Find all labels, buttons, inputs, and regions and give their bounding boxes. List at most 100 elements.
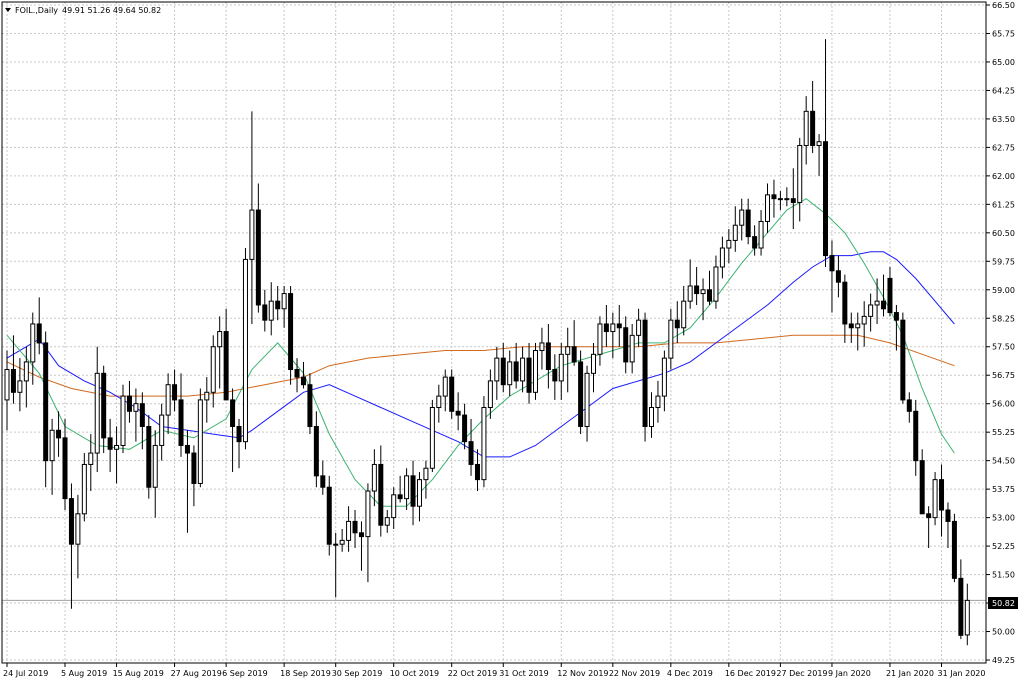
candle xyxy=(629,323,635,374)
candle xyxy=(146,415,152,499)
price-tick-label: 64.25 xyxy=(992,86,1015,95)
price-axis[interactable]: 66.50 65.75 65.00 64.25 63.50 62.75 62.00 61.25… xyxy=(986,1,1015,665)
candle-body xyxy=(539,342,545,352)
candle xyxy=(597,316,603,366)
candle xyxy=(732,206,738,252)
candle xyxy=(816,134,822,176)
candle xyxy=(842,274,848,343)
candle xyxy=(320,460,326,495)
candle-body xyxy=(30,323,36,363)
price-tick-label: 61.25 xyxy=(992,200,1015,209)
candle xyxy=(707,270,713,305)
candle xyxy=(739,198,745,241)
candle xyxy=(178,373,184,457)
candle xyxy=(745,198,751,245)
candle xyxy=(687,259,693,309)
price-tick-label: 55.25 xyxy=(992,428,1015,437)
candle xyxy=(939,464,945,537)
candle xyxy=(571,320,577,366)
candle xyxy=(384,510,390,533)
candle-body xyxy=(333,543,339,546)
candle-body xyxy=(629,334,635,363)
date-tick-label: 31 Oct 2019 xyxy=(499,669,548,678)
price-tick-label: 65.75 xyxy=(992,29,1015,38)
date-tick-label: 30 Sep 2019 xyxy=(332,669,383,678)
header-label: FOIL.,Daily 49.91 51.26 49.64 50.82 xyxy=(5,6,161,15)
candle-body xyxy=(262,304,268,321)
candle-body xyxy=(300,376,306,386)
price-tick-label: 56.00 xyxy=(992,400,1015,409)
candle-body xyxy=(313,425,319,477)
candle xyxy=(494,346,500,400)
candle-body xyxy=(165,384,171,416)
candle xyxy=(275,285,281,321)
candle xyxy=(906,392,912,423)
candle-body xyxy=(139,403,145,427)
current-price-tag: 50.82 xyxy=(988,597,1018,609)
candle xyxy=(307,373,313,435)
candle-body xyxy=(268,300,274,321)
candle xyxy=(75,494,81,579)
candle xyxy=(913,399,919,476)
candle-body xyxy=(230,399,236,427)
candle-body xyxy=(339,539,345,545)
candle-body xyxy=(326,486,332,545)
candle-body xyxy=(951,520,957,579)
price-tick-label: 59.00 xyxy=(992,286,1015,295)
candle-body xyxy=(275,300,281,310)
candle-body xyxy=(752,236,758,249)
date-tick-label: 27 Aug 2019 xyxy=(171,669,222,678)
candle-body xyxy=(404,475,410,500)
time-axis[interactable]: 24 Jul 2019 5 Aug 2019 15 Aug 2019 27 Aug 2… xyxy=(3,663,985,678)
price-tick-label: 53.75 xyxy=(992,485,1015,494)
candle xyxy=(926,506,932,548)
candle xyxy=(126,380,132,423)
candle-body xyxy=(481,406,487,481)
plot-border xyxy=(1,1,987,664)
candle-body xyxy=(62,437,68,500)
candle-body xyxy=(94,372,100,454)
candle-body xyxy=(88,452,94,465)
candle xyxy=(236,418,242,469)
price-tick-label: 56.75 xyxy=(992,371,1015,380)
candle-body xyxy=(829,255,835,272)
candle-body xyxy=(10,369,16,393)
price-tick-label: 51.50 xyxy=(992,571,1015,580)
candle xyxy=(455,392,461,431)
price-tick-label: 63.50 xyxy=(992,115,1015,124)
candle xyxy=(810,80,816,154)
candle xyxy=(771,179,777,218)
candle-body xyxy=(649,406,654,427)
candle xyxy=(474,449,480,492)
triangle-down-icon[interactable] xyxy=(5,8,11,12)
candle-body xyxy=(507,361,513,386)
candle xyxy=(313,411,319,488)
candle-body xyxy=(500,357,506,386)
candle-body xyxy=(68,498,74,545)
candle xyxy=(900,312,906,404)
date-tick-label: 6 Sep 2019 xyxy=(222,669,268,678)
chart-frame xyxy=(1,1,987,664)
candle xyxy=(43,331,49,488)
candle xyxy=(81,453,87,522)
candle xyxy=(661,350,667,412)
candle-body xyxy=(874,300,880,306)
candle-body xyxy=(81,463,87,515)
price-chart[interactable]: 66.50 65.75 65.00 64.25 63.50 62.75 62.00 61.25… xyxy=(0,0,1024,683)
candle xyxy=(829,240,835,313)
price-tick-label: 62.75 xyxy=(992,143,1015,152)
candle-body xyxy=(732,224,738,241)
candle-body xyxy=(932,479,938,519)
candle-body xyxy=(552,369,558,382)
candle xyxy=(197,388,203,488)
candle-body xyxy=(217,331,223,348)
candle-body xyxy=(719,247,725,268)
price-tick-label: 58.25 xyxy=(992,314,1015,323)
candle xyxy=(797,137,803,222)
candle-body xyxy=(371,463,377,492)
candle-body xyxy=(565,346,571,355)
candle xyxy=(468,418,474,476)
candle xyxy=(874,278,880,324)
candle xyxy=(339,529,345,552)
chart-window[interactable]: 66.50 65.75 65.00 64.25 63.50 62.75 62.00 61.25… xyxy=(0,0,1024,683)
